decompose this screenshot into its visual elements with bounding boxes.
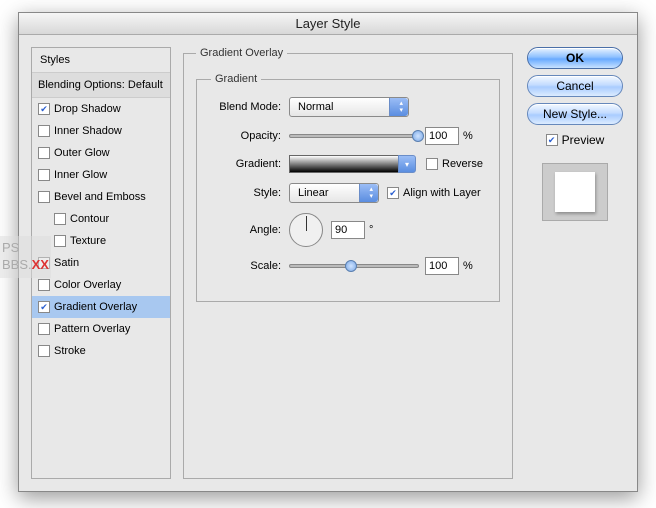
- ok-button[interactable]: OK: [527, 47, 623, 69]
- sidebar-item-label: Outer Glow: [54, 147, 110, 159]
- reverse-label: Reverse: [442, 158, 483, 170]
- blend-mode-label: Blend Mode:: [211, 101, 281, 113]
- style-checkbox[interactable]: [38, 169, 50, 181]
- sidebar-item-label: Bevel and Emboss: [54, 191, 146, 203]
- gradient-group-title: Gradient: [211, 73, 261, 85]
- angle-label: Angle:: [211, 224, 281, 236]
- reverse-checkbox[interactable]: [426, 158, 438, 170]
- scale-slider[interactable]: [289, 264, 419, 268]
- scale-thumb[interactable]: [345, 260, 357, 272]
- style-checkbox[interactable]: [38, 279, 50, 291]
- sidebar-header[interactable]: Styles: [32, 48, 170, 73]
- sidebar-item-label: Contour: [70, 213, 109, 225]
- sidebar-item-label: Stroke: [54, 345, 86, 357]
- title-bar: Layer Style: [19, 13, 637, 35]
- sidebar-item-satin[interactable]: Satin: [32, 252, 170, 274]
- styles-sidebar: Styles Blending Options: Default Drop Sh…: [31, 47, 171, 479]
- sidebar-item-contour[interactable]: Contour: [32, 208, 170, 230]
- blend-mode-select[interactable]: Normal▴▾: [289, 97, 409, 117]
- button-column: OK Cancel New Style... Preview: [525, 47, 625, 479]
- align-label: Align with Layer: [403, 187, 481, 199]
- opacity-input[interactable]: [425, 127, 459, 145]
- new-style-button[interactable]: New Style...: [527, 103, 623, 125]
- style-checkbox[interactable]: [38, 103, 50, 115]
- gradient-label: Gradient:: [211, 158, 281, 170]
- sidebar-item-inner-glow[interactable]: Inner Glow: [32, 164, 170, 186]
- watermark: PS BBS.XX: [0, 236, 51, 278]
- preview-label: Preview: [562, 133, 605, 147]
- preview-inner: [555, 172, 595, 212]
- gradient-swatch[interactable]: [289, 155, 399, 173]
- preview-checkbox[interactable]: [546, 134, 558, 146]
- style-checkbox[interactable]: [38, 345, 50, 357]
- opacity-unit: %: [463, 130, 473, 142]
- style-checkbox[interactable]: [38, 125, 50, 137]
- style-checkbox[interactable]: [38, 191, 50, 203]
- angle-input[interactable]: [331, 221, 365, 239]
- scale-input[interactable]: [425, 257, 459, 275]
- style-checkbox[interactable]: [54, 213, 66, 225]
- preview-swatch: [542, 163, 608, 221]
- scale-unit: %: [463, 260, 473, 272]
- layer-style-dialog: Layer Style Styles Blending Options: Def…: [18, 12, 638, 492]
- sidebar-item-label: Inner Shadow: [54, 125, 122, 137]
- align-checkbox[interactable]: [387, 187, 399, 199]
- style-checkbox[interactable]: [38, 301, 50, 313]
- opacity-slider[interactable]: [289, 134, 419, 138]
- sidebar-item-texture[interactable]: Texture: [32, 230, 170, 252]
- sidebar-item-label: Drop Shadow: [54, 103, 121, 115]
- sidebar-item-drop-shadow[interactable]: Drop Shadow: [32, 98, 170, 120]
- sidebar-item-inner-shadow[interactable]: Inner Shadow: [32, 120, 170, 142]
- sidebar-item-bevel-and-emboss[interactable]: Bevel and Emboss: [32, 186, 170, 208]
- opacity-label: Opacity:: [211, 130, 281, 142]
- sidebar-item-label: Inner Glow: [54, 169, 107, 181]
- sidebar-item-stroke[interactable]: Stroke: [32, 340, 170, 362]
- scale-label: Scale:: [211, 260, 281, 272]
- sidebar-item-label: Gradient Overlay: [54, 301, 137, 313]
- sidebar-item-label: Satin: [54, 257, 79, 269]
- angle-dial[interactable]: [289, 213, 323, 247]
- blending-options-item[interactable]: Blending Options: Default: [32, 73, 170, 98]
- sidebar-item-label: Color Overlay: [54, 279, 121, 291]
- sidebar-item-color-overlay[interactable]: Color Overlay: [32, 274, 170, 296]
- sidebar-item-pattern-overlay[interactable]: Pattern Overlay: [32, 318, 170, 340]
- panel-title: Gradient Overlay: [196, 47, 287, 59]
- style-checkbox[interactable]: [38, 323, 50, 335]
- style-select[interactable]: Linear▴▾: [289, 183, 379, 203]
- sidebar-item-outer-glow[interactable]: Outer Glow: [32, 142, 170, 164]
- gradient-dropdown[interactable]: ▾: [398, 155, 416, 173]
- settings-panel: Gradient Overlay Gradient Blend Mode: No…: [183, 47, 513, 479]
- style-label: Style:: [211, 187, 281, 199]
- angle-unit: °: [369, 224, 373, 236]
- sidebar-item-label: Texture: [70, 235, 106, 247]
- opacity-thumb[interactable]: [412, 130, 424, 142]
- style-checkbox[interactable]: [38, 147, 50, 159]
- sidebar-item-label: Pattern Overlay: [54, 323, 130, 335]
- style-checkbox[interactable]: [54, 235, 66, 247]
- sidebar-item-gradient-overlay[interactable]: Gradient Overlay: [32, 296, 170, 318]
- cancel-button[interactable]: Cancel: [527, 75, 623, 97]
